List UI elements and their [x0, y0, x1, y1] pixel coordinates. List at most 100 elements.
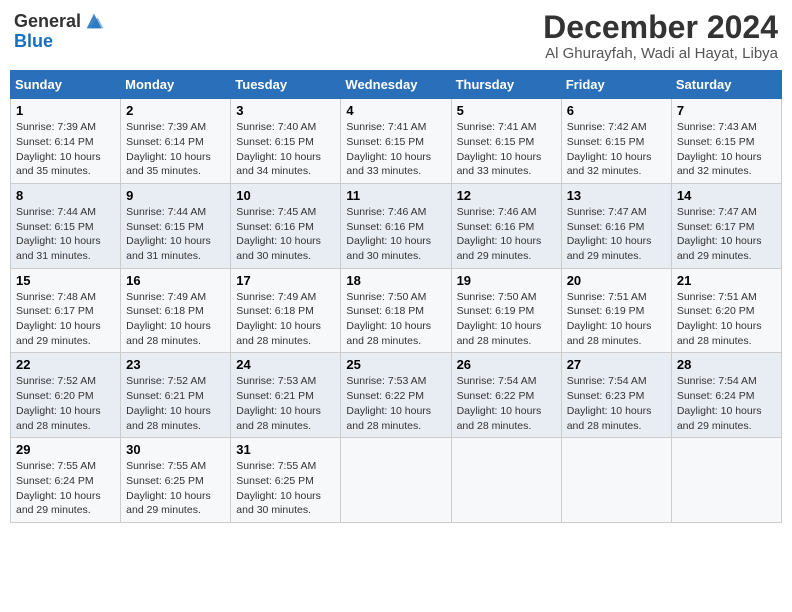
calendar-cell: 29 Sunrise: 7:55 AMSunset: 6:24 PMDayligh…: [11, 438, 121, 523]
day-info: Sunrise: 7:47 AMSunset: 6:17 PMDaylight:…: [677, 206, 762, 262]
day-number: 25: [346, 357, 445, 372]
day-number: 23: [126, 357, 225, 372]
day-number: 4: [346, 103, 445, 118]
day-number: 1: [16, 103, 115, 118]
calendar-week-row: 29 Sunrise: 7:55 AMSunset: 6:24 PMDayligh…: [11, 438, 782, 523]
day-number: 22: [16, 357, 115, 372]
day-header-friday: Friday: [561, 71, 671, 99]
day-number: 15: [16, 273, 115, 288]
day-number: 10: [236, 188, 335, 203]
calendar-cell: 15 Sunrise: 7:48 AMSunset: 6:17 PMDayligh…: [11, 268, 121, 353]
day-number: 20: [567, 273, 666, 288]
day-info: Sunrise: 7:39 AMSunset: 6:14 PMDaylight:…: [16, 121, 101, 177]
calendar-cell: 27 Sunrise: 7:54 AMSunset: 6:23 PMDayligh…: [561, 353, 671, 438]
day-number: 24: [236, 357, 335, 372]
day-info: Sunrise: 7:43 AMSunset: 6:15 PMDaylight:…: [677, 121, 762, 177]
day-number: 17: [236, 273, 335, 288]
day-info: Sunrise: 7:54 AMSunset: 6:22 PMDaylight:…: [457, 375, 542, 431]
day-number: 12: [457, 188, 556, 203]
sub-title: Al Ghurayfah, Wadi al Hayat, Libya: [543, 45, 778, 62]
calendar-cell: [561, 438, 671, 523]
day-info: Sunrise: 7:41 AMSunset: 6:15 PMDaylight:…: [457, 121, 542, 177]
day-header-tuesday: Tuesday: [231, 71, 341, 99]
calendar-week-row: 8Sunrise: 7:44 AMSunset: 6:15 PMDaylight…: [11, 183, 782, 268]
day-info: Sunrise: 7:51 AMSunset: 6:20 PMDaylight:…: [677, 291, 762, 347]
logo-blue: Blue: [14, 31, 53, 51]
calendar-body: 1 Sunrise: 7:39 AMSunset: 6:14 PMDaylight…: [11, 99, 782, 523]
calendar-cell: 13 Sunrise: 7:47 AMSunset: 6:16 PMDayligh…: [561, 183, 671, 268]
logo-icon: [83, 10, 105, 32]
day-info: Sunrise: 7:50 AMSunset: 6:19 PMDaylight:…: [457, 291, 542, 347]
calendar-week-row: 1 Sunrise: 7:39 AMSunset: 6:14 PMDaylight…: [11, 99, 782, 184]
page-header: General Blue December 2024 Al Ghurayfah,…: [10, 10, 782, 62]
main-title: December 2024: [543, 10, 778, 45]
day-info: Sunrise: 7:48 AMSunset: 6:17 PMDaylight:…: [16, 291, 101, 347]
day-info: Sunrise: 7:50 AMSunset: 6:18 PMDaylight:…: [346, 291, 431, 347]
day-header-thursday: Thursday: [451, 71, 561, 99]
day-number: 31: [236, 442, 335, 457]
calendar-cell: 19 Sunrise: 7:50 AMSunset: 6:19 PMDayligh…: [451, 268, 561, 353]
day-info: Sunrise: 7:46 AMSunset: 6:16 PMDaylight:…: [346, 206, 431, 262]
calendar-cell: 7 Sunrise: 7:43 AMSunset: 6:15 PMDaylight…: [671, 99, 781, 184]
calendar-cell: 22 Sunrise: 7:52 AMSunset: 6:20 PMDayligh…: [11, 353, 121, 438]
calendar-cell: 26 Sunrise: 7:54 AMSunset: 6:22 PMDayligh…: [451, 353, 561, 438]
calendar-cell: 21Sunrise: 7:51 AMSunset: 6:20 PMDayligh…: [671, 268, 781, 353]
calendar-cell: 30 Sunrise: 7:55 AMSunset: 6:25 PMDayligh…: [121, 438, 231, 523]
logo: General Blue: [14, 10, 105, 52]
day-number: 14: [677, 188, 776, 203]
calendar-cell: 20 Sunrise: 7:51 AMSunset: 6:19 PMDayligh…: [561, 268, 671, 353]
calendar-cell: 3Sunrise: 7:40 AMSunset: 6:15 PMDaylight…: [231, 99, 341, 184]
calendar-week-row: 15 Sunrise: 7:48 AMSunset: 6:17 PMDayligh…: [11, 268, 782, 353]
calendar-cell: [341, 438, 451, 523]
calendar-cell: 12 Sunrise: 7:46 AMSunset: 6:16 PMDayligh…: [451, 183, 561, 268]
day-info: Sunrise: 7:41 AMSunset: 6:15 PMDaylight:…: [346, 121, 431, 177]
day-info: Sunrise: 7:55 AMSunset: 6:25 PMDaylight:…: [126, 460, 211, 516]
calendar-cell: 2Sunrise: 7:39 AMSunset: 6:14 PMDaylight…: [121, 99, 231, 184]
calendar-cell: 23Sunrise: 7:52 AMSunset: 6:21 PMDayligh…: [121, 353, 231, 438]
title-block: December 2024 Al Ghurayfah, Wadi al Haya…: [543, 10, 778, 62]
day-number: 28: [677, 357, 776, 372]
calendar-cell: 25Sunrise: 7:53 AMSunset: 6:22 PMDayligh…: [341, 353, 451, 438]
day-number: 27: [567, 357, 666, 372]
day-header-saturday: Saturday: [671, 71, 781, 99]
day-number: 29: [16, 442, 115, 457]
day-number: 8: [16, 188, 115, 203]
calendar-cell: 31Sunrise: 7:55 AMSunset: 6:25 PMDayligh…: [231, 438, 341, 523]
day-info: Sunrise: 7:46 AMSunset: 6:16 PMDaylight:…: [457, 206, 542, 262]
calendar-cell: 5 Sunrise: 7:41 AMSunset: 6:15 PMDaylight…: [451, 99, 561, 184]
calendar-cell: [671, 438, 781, 523]
calendar-week-row: 22 Sunrise: 7:52 AMSunset: 6:20 PMDayligh…: [11, 353, 782, 438]
day-info: Sunrise: 7:55 AMSunset: 6:24 PMDaylight:…: [16, 460, 101, 516]
day-number: 11: [346, 188, 445, 203]
day-number: 5: [457, 103, 556, 118]
day-info: Sunrise: 7:47 AMSunset: 6:16 PMDaylight:…: [567, 206, 652, 262]
day-info: Sunrise: 7:49 AMSunset: 6:18 PMDaylight:…: [236, 291, 321, 347]
calendar-cell: 18Sunrise: 7:50 AMSunset: 6:18 PMDayligh…: [341, 268, 451, 353]
day-info: Sunrise: 7:45 AMSunset: 6:16 PMDaylight:…: [236, 206, 321, 262]
calendar-cell: 28 Sunrise: 7:54 AMSunset: 6:24 PMDayligh…: [671, 353, 781, 438]
day-info: Sunrise: 7:42 AMSunset: 6:15 PMDaylight:…: [567, 121, 652, 177]
calendar-cell: 1 Sunrise: 7:39 AMSunset: 6:14 PMDaylight…: [11, 99, 121, 184]
day-number: 3: [236, 103, 335, 118]
day-number: 16: [126, 273, 225, 288]
day-number: 26: [457, 357, 556, 372]
calendar-header-row: SundayMondayTuesdayWednesdayThursdayFrid…: [11, 71, 782, 99]
day-number: 13: [567, 188, 666, 203]
calendar-cell: 4 Sunrise: 7:41 AMSunset: 6:15 PMDaylight…: [341, 99, 451, 184]
day-info: Sunrise: 7:54 AMSunset: 6:23 PMDaylight:…: [567, 375, 652, 431]
day-info: Sunrise: 7:54 AMSunset: 6:24 PMDaylight:…: [677, 375, 762, 431]
calendar-cell: 16Sunrise: 7:49 AMSunset: 6:18 PMDayligh…: [121, 268, 231, 353]
day-number: 30: [126, 442, 225, 457]
day-info: Sunrise: 7:52 AMSunset: 6:20 PMDaylight:…: [16, 375, 101, 431]
day-header-monday: Monday: [121, 71, 231, 99]
calendar-cell: 10 Sunrise: 7:45 AMSunset: 6:16 PMDayligh…: [231, 183, 341, 268]
day-number: 7: [677, 103, 776, 118]
calendar-cell: 9Sunrise: 7:44 AMSunset: 6:15 PMDaylight…: [121, 183, 231, 268]
calendar-cell: [451, 438, 561, 523]
calendar-table: SundayMondayTuesdayWednesdayThursdayFrid…: [10, 70, 782, 523]
day-number: 6: [567, 103, 666, 118]
calendar-cell: 24Sunrise: 7:53 AMSunset: 6:21 PMDayligh…: [231, 353, 341, 438]
day-number: 19: [457, 273, 556, 288]
day-info: Sunrise: 7:51 AMSunset: 6:19 PMDaylight:…: [567, 291, 652, 347]
day-header-sunday: Sunday: [11, 71, 121, 99]
